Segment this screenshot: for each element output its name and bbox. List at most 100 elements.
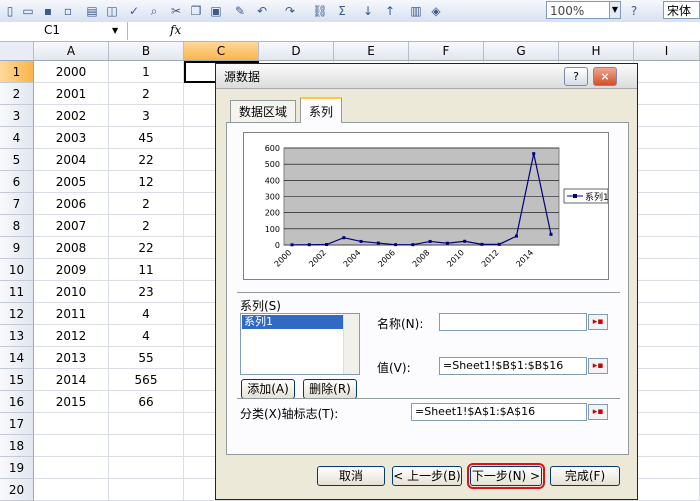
cell[interactable]: [634, 479, 700, 501]
cell[interactable]: [634, 435, 700, 457]
cell[interactable]: 565: [109, 369, 184, 391]
cell[interactable]: 55: [109, 347, 184, 369]
row-header[interactable]: 20: [0, 479, 34, 501]
cell[interactable]: 2015: [34, 391, 109, 413]
column-header-i[interactable]: I: [634, 42, 700, 61]
cell[interactable]: 2002: [34, 105, 109, 127]
open-icon[interactable]: ▭: [20, 3, 36, 19]
row-header[interactable]: 7: [0, 193, 34, 215]
category-ref-button[interactable]: ▸▪: [588, 404, 608, 420]
series-list-item[interactable]: 系列1: [242, 315, 345, 329]
cell[interactable]: 1: [109, 61, 184, 83]
add-series-button[interactable]: 添加(A): [241, 379, 295, 399]
cell[interactable]: 2005: [34, 171, 109, 193]
cell[interactable]: [109, 457, 184, 479]
cell[interactable]: [634, 61, 700, 83]
cell[interactable]: [634, 413, 700, 435]
cell[interactable]: [634, 127, 700, 149]
remove-series-button[interactable]: 删除(R): [303, 379, 357, 399]
cell[interactable]: 11: [109, 259, 184, 281]
cell[interactable]: 2: [109, 193, 184, 215]
cell[interactable]: 66: [109, 391, 184, 413]
cell[interactable]: [634, 193, 700, 215]
row-header[interactable]: 15: [0, 369, 34, 391]
tab-series[interactable]: 系列: [300, 97, 343, 123]
cell[interactable]: 2013: [34, 347, 109, 369]
row-header[interactable]: 2: [0, 83, 34, 105]
cancel-button[interactable]: 取消: [317, 466, 385, 486]
autosum-icon[interactable]: Σ: [334, 3, 350, 19]
cell[interactable]: 4: [109, 325, 184, 347]
redo-icon[interactable]: ↷: [282, 3, 298, 19]
cell[interactable]: [634, 237, 700, 259]
zoom-combobox[interactable]: 100%: [546, 1, 610, 19]
cell[interactable]: 22: [109, 149, 184, 171]
column-header-f[interactable]: F: [409, 42, 484, 61]
research-icon[interactable]: ⌕: [146, 3, 162, 19]
drawing-icon[interactable]: ◈: [428, 3, 444, 19]
save-icon[interactable]: ▪: [40, 3, 56, 19]
sort-ascending-icon[interactable]: ↓: [360, 3, 376, 19]
cell[interactable]: 2012: [34, 325, 109, 347]
format-painter-icon[interactable]: ✎: [232, 3, 248, 19]
cell[interactable]: [634, 171, 700, 193]
column-header-e[interactable]: E: [334, 42, 409, 61]
zoom-dropdown-icon[interactable]: ▼: [609, 1, 621, 19]
row-header[interactable]: 5: [0, 149, 34, 171]
hyperlink-icon[interactable]: ⛓: [312, 3, 328, 19]
cell[interactable]: 2000: [34, 61, 109, 83]
cell[interactable]: [634, 259, 700, 281]
cell[interactable]: [34, 457, 109, 479]
cell[interactable]: [634, 369, 700, 391]
cell[interactable]: [634, 281, 700, 303]
help-button[interactable]: ?: [564, 67, 588, 86]
new-icon[interactable]: ▯: [2, 3, 18, 19]
cell[interactable]: 2003: [34, 127, 109, 149]
undo-icon[interactable]: ↶: [254, 3, 270, 19]
next-button[interactable]: 下一步(N) >: [467, 463, 545, 489]
cell[interactable]: [109, 479, 184, 501]
row-header[interactable]: 10: [0, 259, 34, 281]
select-all-corner[interactable]: [0, 42, 34, 61]
close-button[interactable]: ×: [593, 67, 617, 86]
row-header[interactable]: 3: [0, 105, 34, 127]
cut-icon[interactable]: ✂: [168, 3, 184, 19]
column-header-d[interactable]: D: [259, 42, 334, 61]
row-header[interactable]: 8: [0, 215, 34, 237]
cell[interactable]: 2008: [34, 237, 109, 259]
column-header-g[interactable]: G: [484, 42, 559, 61]
chart-wizard-icon[interactable]: ▥: [408, 3, 424, 19]
name-box[interactable]: C1 ▼: [0, 22, 128, 40]
copy-icon[interactable]: ❐: [188, 3, 204, 19]
cell[interactable]: 2: [109, 83, 184, 105]
print-preview-icon[interactable]: ◫: [104, 3, 120, 19]
series-list-scrollbar[interactable]: [343, 314, 359, 374]
paste-icon[interactable]: ▣: [208, 3, 224, 19]
cell[interactable]: [634, 215, 700, 237]
cell[interactable]: [634, 391, 700, 413]
cell[interactable]: 4: [109, 303, 184, 325]
cell[interactable]: 2011: [34, 303, 109, 325]
cell[interactable]: [109, 413, 184, 435]
cell[interactable]: 2004: [34, 149, 109, 171]
cell[interactable]: [34, 435, 109, 457]
row-header[interactable]: 18: [0, 435, 34, 457]
print-icon[interactable]: ▤: [84, 3, 100, 19]
name-ref-button[interactable]: ▸▪: [588, 314, 608, 330]
font-combobox[interactable]: 宋体: [663, 1, 700, 19]
row-header[interactable]: 16: [0, 391, 34, 413]
permission-icon[interactable]: ▫: [60, 3, 76, 19]
cell[interactable]: [34, 413, 109, 435]
finish-button[interactable]: 完成(F): [550, 466, 620, 486]
cell[interactable]: 23: [109, 281, 184, 303]
cell[interactable]: 2007: [34, 215, 109, 237]
row-header[interactable]: 9: [0, 237, 34, 259]
back-button[interactable]: < 上一步(B): [392, 466, 462, 486]
cell[interactable]: [109, 435, 184, 457]
dialog-titlebar[interactable]: 源数据 ? ×: [216, 64, 637, 89]
row-header[interactable]: 13: [0, 325, 34, 347]
cell[interactable]: 45: [109, 127, 184, 149]
category-axis-input[interactable]: =Sheet1!$A$1:$A$16: [411, 403, 587, 421]
column-header-c[interactable]: C: [184, 42, 259, 61]
cell[interactable]: [634, 347, 700, 369]
